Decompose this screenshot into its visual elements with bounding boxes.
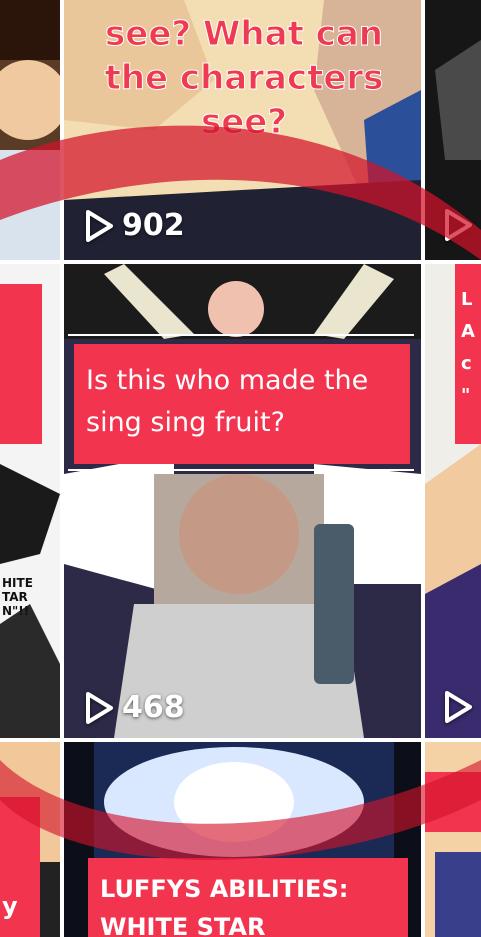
video-tile-r3c2[interactable]: LUFFYS ABILITIES: WHITE STAR — [64, 742, 421, 937]
video-tile-r2c2[interactable]: Is this who made the sing sing fruit? 46… — [64, 264, 421, 738]
video-tile-r1c1[interactable] — [0, 0, 60, 260]
tile-caption: Is this who made the sing sing fruit? — [86, 365, 369, 438]
thumbnail-image — [64, 264, 421, 738]
view-count-value: 902 — [122, 208, 185, 243]
tile-caption: L A c " — [461, 289, 475, 406]
view-count: 468 — [84, 690, 185, 725]
tile-caption: HITE TAR N"!! — [2, 576, 33, 618]
tile-caption: y — [2, 892, 18, 920]
video-tile-r2c3[interactable]: L A c " — [425, 264, 481, 738]
video-tile-r3c1[interactable]: y — [0, 742, 60, 937]
tile-caption: see? What can the characters see? — [104, 14, 384, 143]
play-outline-icon — [445, 691, 472, 723]
view-count — [443, 208, 473, 242]
video-tile-r2c1[interactable]: HITE TAR N"!! — [0, 264, 60, 738]
play-outline-icon — [86, 209, 113, 242]
video-tile-r1c2[interactable]: see? What can the characters see? 902 — [64, 0, 421, 260]
view-count — [443, 690, 473, 724]
thumbnail-image — [0, 0, 60, 260]
play-outline-icon — [445, 209, 472, 241]
video-tile-r3c3[interactable] — [425, 742, 481, 937]
thumbnail-image — [425, 742, 481, 937]
view-count-value: 468 — [122, 690, 185, 725]
play-outline-icon — [86, 691, 113, 724]
tile-caption: LUFFYS ABILITIES: WHITE STAR — [100, 875, 349, 937]
view-count: 902 — [84, 208, 185, 243]
thumbnail-image — [0, 264, 60, 738]
video-tile-r1c3[interactable] — [425, 0, 481, 260]
